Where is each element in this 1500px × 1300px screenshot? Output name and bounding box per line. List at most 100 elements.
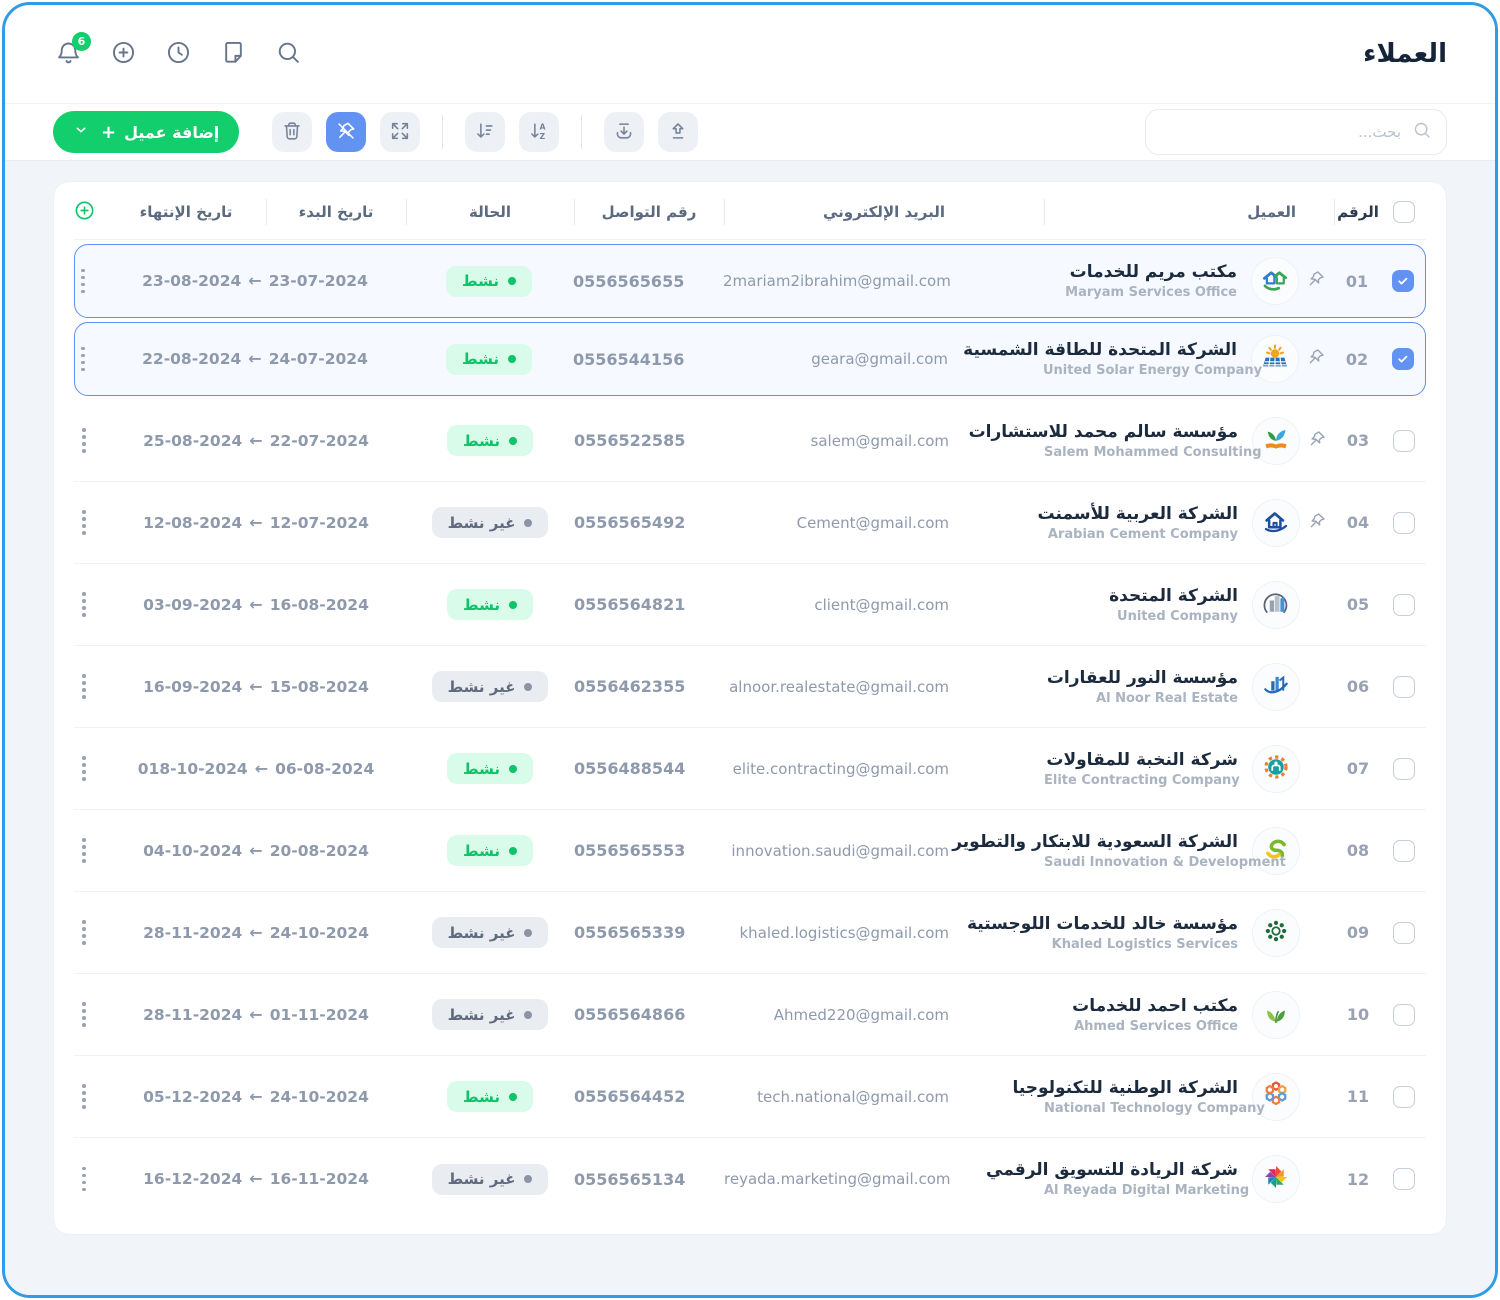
topbar-icons: 6 <box>53 39 303 69</box>
upload-button[interactable] <box>658 112 698 152</box>
client-phone: 0556564866 <box>574 1005 724 1024</box>
table-body: 01 مكتب مريم للخدمات Maryam Services Off… <box>74 244 1426 1220</box>
table-row[interactable]: 12 شركة الريادة للتسويق الرقمي Al Reyada… <box>74 1138 1426 1220</box>
column-header-phone[interactable]: رقم التواصل <box>574 184 724 240</box>
row-checkbox[interactable] <box>1393 430 1415 452</box>
row-checkbox[interactable] <box>1393 1086 1415 1108</box>
delete-button[interactable] <box>272 112 312 152</box>
kebab-menu[interactable] <box>77 265 89 298</box>
contract-dates: 018-10-2024 ← 06-08-2024 <box>106 760 406 778</box>
table-row[interactable]: 05 الشركة المتحدة United Company client@… <box>74 564 1426 646</box>
table-row[interactable]: 04 الشركة العربية للأسمنت Arabian Cement… <box>74 482 1426 564</box>
table-row[interactable]: 09 مؤسسة خالد للخدمات اللوجستية Khaled L… <box>74 892 1426 974</box>
contract-dates: 16-09-2024 ← 15-08-2024 <box>106 678 406 696</box>
table-row[interactable]: 06 مؤسسة النور للعقارات Al Noor Real Est… <box>74 646 1426 728</box>
kebab-menu[interactable] <box>78 1080 90 1113</box>
row-checkbox-cell <box>1381 348 1425 370</box>
contract-dates: 25-08-2024 ← 22-07-2024 <box>106 432 406 450</box>
status-label: غير نشط <box>448 514 516 532</box>
client-names: الشركة العربية للأسمنت Arabian Cement Co… <box>1044 504 1238 542</box>
download-button[interactable] <box>604 112 644 152</box>
status-label: غير نشط <box>448 1170 516 1188</box>
column-header-start-date[interactable]: تاريخ البدء <box>266 184 406 240</box>
row-checkbox-cell <box>1382 1004 1426 1026</box>
client-names: الشركة الوطنية للتكنولوجيا National Tech… <box>1044 1078 1238 1116</box>
row-checkbox[interactable] <box>1393 840 1415 862</box>
pin-icon[interactable] <box>1307 511 1327 535</box>
row-checkbox[interactable] <box>1393 922 1415 944</box>
row-checkbox[interactable] <box>1393 758 1415 780</box>
client-name-english: Elite Contracting Company <box>1044 773 1238 788</box>
column-header-number[interactable]: الرقم <box>1334 184 1382 240</box>
column-header-end-date[interactable]: تاريخ الإنتهاء <box>106 184 266 240</box>
notifications-button[interactable]: 6 <box>53 39 83 69</box>
status-label: نشط <box>462 350 499 368</box>
status-cell: نشط <box>406 1081 574 1112</box>
pin-icon[interactable] <box>1306 269 1326 293</box>
column-header-client[interactable]: العميل <box>1044 184 1334 240</box>
kebab-menu[interactable] <box>78 916 90 949</box>
table-row[interactable]: 02 الشركة المتحدة للطاقة الشمسية United … <box>74 322 1426 396</box>
status-dot <box>509 1093 517 1101</box>
pin-icon[interactable] <box>1307 429 1327 453</box>
row-checkbox[interactable] <box>1392 348 1414 370</box>
kebab-menu[interactable] <box>78 1163 90 1196</box>
add-column-cell <box>62 184 106 240</box>
notes-button[interactable] <box>218 39 248 69</box>
client-email: khaled.logistics@gmail.com <box>724 924 1044 942</box>
row-checkbox[interactable] <box>1393 512 1415 534</box>
sort-alphabetical-button[interactable]: AZ <box>519 112 559 152</box>
clock-icon <box>165 39 192 70</box>
client-name-english: Salem Mohammed Consulting <box>1044 445 1238 460</box>
status-badge: غير نشط <box>432 1164 549 1195</box>
global-search-button[interactable] <box>273 39 303 69</box>
row-checkbox[interactable] <box>1392 270 1414 292</box>
chevron-down-icon <box>73 122 89 142</box>
pin-icon[interactable] <box>1306 347 1326 371</box>
end-date: 16-09-2024 <box>143 678 242 696</box>
sort-descending-button[interactable] <box>465 112 505 152</box>
column-header-status[interactable]: الحالة <box>406 184 574 240</box>
table-row[interactable]: 10 مكتب احمد للخدمات Ahmed Services Offi… <box>74 974 1426 1056</box>
status-badge: نشط <box>447 835 533 866</box>
table-row[interactable]: 07 شركة النخبة للمقاولات Elite Contracti… <box>74 728 1426 810</box>
status-badge: غير نشط <box>432 507 549 538</box>
client-names: الشركة السعودية للابتكار والتطوير Saudi … <box>1044 832 1238 870</box>
select-all-checkbox[interactable] <box>1393 201 1415 223</box>
kebab-menu[interactable] <box>78 752 90 785</box>
expand-button[interactable] <box>380 112 420 152</box>
status-badge: نشط <box>447 589 533 620</box>
kebab-menu[interactable] <box>78 834 90 867</box>
unpin-button[interactable] <box>326 112 366 152</box>
row-checkbox[interactable] <box>1393 594 1415 616</box>
row-number: 11 <box>1334 1087 1382 1106</box>
date-arrow: ← <box>249 1005 262 1024</box>
status-cell: نشط <box>406 425 574 456</box>
kebab-menu[interactable] <box>78 424 90 457</box>
kebab-menu[interactable] <box>78 998 90 1031</box>
history-button[interactable] <box>163 39 193 69</box>
table-row[interactable]: 11 الشركة الوطنية للتكنولوجيا National T… <box>74 1056 1426 1138</box>
search-input[interactable] <box>1160 122 1403 142</box>
add-client-button[interactable]: إضافة عميل + <box>53 111 239 153</box>
kebab-cell <box>62 588 106 621</box>
kebab-menu[interactable] <box>78 588 90 621</box>
status-dot <box>524 1011 532 1019</box>
quick-add-button[interactable] <box>108 39 138 69</box>
client-email: Cement@gmail.com <box>724 514 1044 532</box>
table-row[interactable]: 01 مكتب مريم للخدمات Maryam Services Off… <box>74 244 1426 318</box>
kebab-menu[interactable] <box>78 506 90 539</box>
row-checkbox[interactable] <box>1393 676 1415 698</box>
kebab-menu[interactable] <box>77 343 89 376</box>
row-checkbox-cell <box>1382 1086 1426 1108</box>
status-dot <box>509 765 517 773</box>
avatar <box>1252 663 1300 711</box>
row-checkbox[interactable] <box>1393 1168 1415 1190</box>
row-checkbox[interactable] <box>1393 1004 1415 1026</box>
row-number: 04 <box>1334 513 1382 532</box>
column-header-email[interactable]: البريد الإلكتروني <box>724 184 1044 240</box>
add-column-button[interactable] <box>73 199 96 226</box>
kebab-menu[interactable] <box>78 670 90 703</box>
table-row[interactable]: 03 مؤسسة سالم محمد للاستشارات Salem Moha… <box>74 400 1426 482</box>
table-row[interactable]: 08 الشركة السعودية للابتكار والتطوير Sau… <box>74 810 1426 892</box>
